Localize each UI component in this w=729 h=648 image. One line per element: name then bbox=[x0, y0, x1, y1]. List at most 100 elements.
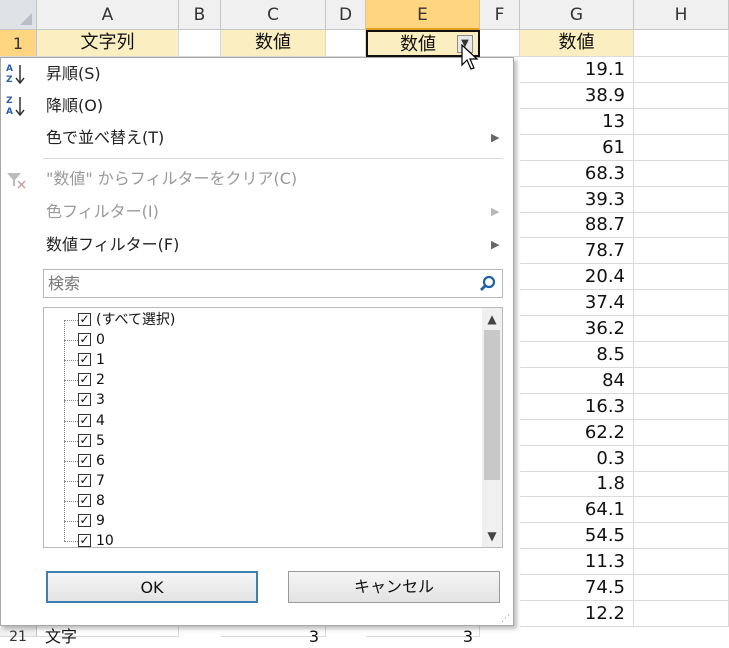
column-header-b[interactable]: B bbox=[179, 0, 221, 30]
cell-g-value[interactable]: 19.1 bbox=[520, 57, 634, 83]
filter-list-item[interactable]: ✓ 5 bbox=[44, 420, 474, 451]
cell-g-value[interactable]: 13 bbox=[520, 108, 634, 135]
cell-h1[interactable] bbox=[634, 30, 729, 57]
filter-value-list[interactable]: ✓ (すべて選択) ✓ 0 ✓ 1 ✓ 2 ✓ 3 ✓ 4 ✓ 5 ✓ 6 ✓ 7 ✓ 8 ✓ 9 ✓ 10 ▲ ▼ bbox=[43, 307, 503, 548]
row-header-last[interactable]: 21 bbox=[0, 626, 37, 645]
checkbox[interactable]: ✓ bbox=[78, 373, 91, 387]
cell-h-empty[interactable] bbox=[634, 212, 729, 239]
checkbox[interactable]: ✓ bbox=[78, 473, 91, 487]
cell-g-value[interactable]: 62.2 bbox=[520, 419, 634, 446]
cell-h-empty[interactable] bbox=[634, 57, 729, 83]
cell-h-empty[interactable] bbox=[634, 341, 729, 368]
cell-h-empty[interactable] bbox=[634, 445, 729, 472]
menu-sort-ascending[interactable]: AZ 昇順(S) bbox=[1, 58, 513, 90]
cell-g-value[interactable]: 54.5 bbox=[520, 523, 634, 550]
cell-g-value[interactable]: 12.2 bbox=[520, 600, 634, 627]
cell-g-value[interactable]: 11.3 bbox=[520, 549, 634, 576]
cell-d1[interactable] bbox=[326, 30, 366, 57]
cell-h-empty[interactable] bbox=[634, 367, 729, 394]
list-scrollbar[interactable]: ▲ ▼ bbox=[482, 308, 502, 547]
cell-a-last[interactable]: 文字 bbox=[37, 626, 179, 646]
filter-list-item[interactable]: ✓ 7 bbox=[44, 460, 474, 491]
checkbox[interactable]: ✓ bbox=[78, 433, 91, 447]
cell-h-empty[interactable] bbox=[634, 238, 729, 265]
filter-search-input[interactable]: 検索 bbox=[43, 269, 503, 298]
filter-list-item[interactable]: ✓ 8 bbox=[44, 480, 474, 511]
checkbox[interactable]: ✓ bbox=[78, 514, 91, 527]
cell-h-empty[interactable] bbox=[634, 523, 729, 550]
scroll-up-icon[interactable]: ▲ bbox=[482, 310, 502, 328]
filter-list-item[interactable]: ✓ 10 bbox=[44, 521, 474, 547]
cell-c-last[interactable]: 3 bbox=[221, 626, 326, 646]
filter-list-item[interactable]: ✓ (すべて選択) bbox=[44, 310, 474, 330]
cell-g-value[interactable]: 1.8 bbox=[520, 471, 634, 498]
cell-b1[interactable] bbox=[179, 30, 221, 57]
cell-g-value[interactable]: 64.1 bbox=[520, 497, 634, 524]
filter-list-item[interactable]: ✓ 9 bbox=[44, 501, 474, 531]
menu-number-filter[interactable]: 数値フィルター(F) ▶ bbox=[1, 229, 513, 261]
cell-g-value[interactable]: 16.3 bbox=[520, 393, 634, 420]
checkbox[interactable]: ✓ bbox=[78, 493, 91, 507]
cell-g-value[interactable]: 0.3 bbox=[520, 445, 634, 472]
checkbox[interactable]: ✓ bbox=[78, 313, 91, 326]
filter-list-item[interactable]: ✓ 6 bbox=[44, 440, 474, 471]
column-header-d[interactable]: D bbox=[326, 0, 366, 30]
filter-list-item[interactable]: ✓ 3 bbox=[44, 380, 474, 410]
cell-g-value[interactable]: 61 bbox=[520, 134, 634, 161]
cell-h-empty[interactable] bbox=[634, 600, 729, 627]
menu-sort-by-color[interactable]: 色で並べ替え(T) ▶ bbox=[1, 122, 513, 154]
column-header-a[interactable]: A bbox=[37, 0, 179, 30]
cell-h-empty[interactable] bbox=[634, 108, 729, 135]
scroll-down-icon[interactable]: ▼ bbox=[482, 527, 502, 545]
cell-g-value[interactable]: 8.5 bbox=[520, 341, 634, 368]
cell-h-empty[interactable] bbox=[634, 316, 729, 342]
filter-list-item[interactable]: ✓ 2 bbox=[44, 360, 474, 390]
cell-g-value[interactable]: 37.4 bbox=[520, 290, 634, 317]
checkbox[interactable]: ✓ bbox=[78, 353, 91, 367]
cell-h-empty[interactable] bbox=[634, 290, 729, 317]
cell-h-empty[interactable] bbox=[634, 134, 729, 161]
cell-h-empty[interactable] bbox=[634, 82, 729, 109]
column-header-h[interactable]: H bbox=[634, 0, 729, 30]
cell-g-value[interactable]: 78.7 bbox=[520, 238, 634, 265]
checkbox[interactable]: ✓ bbox=[78, 413, 91, 427]
cell-h-empty[interactable] bbox=[634, 264, 729, 291]
cell-g-value[interactable]: 39.3 bbox=[520, 186, 634, 213]
column-header-c[interactable]: C bbox=[221, 0, 326, 30]
cell-e-last[interactable]: 3 bbox=[366, 626, 480, 646]
checkbox[interactable]: ✓ bbox=[78, 333, 91, 347]
cell-h-empty[interactable] bbox=[634, 186, 729, 213]
cell-g-value[interactable]: 88.7 bbox=[520, 212, 634, 239]
cell-g-value[interactable]: 84 bbox=[520, 367, 634, 394]
cancel-button[interactable]: キャンセル bbox=[288, 571, 500, 603]
cell-h-empty[interactable] bbox=[634, 575, 729, 601]
ok-button[interactable]: OK bbox=[46, 571, 258, 603]
cell-g-value[interactable]: 20.4 bbox=[520, 264, 634, 291]
checkbox[interactable]: ✓ bbox=[78, 534, 91, 547]
filter-list-item[interactable]: ✓ 4 bbox=[44, 400, 474, 431]
filter-list-item[interactable]: ✓ 1 bbox=[44, 340, 474, 370]
checkbox[interactable]: ✓ bbox=[78, 393, 91, 407]
cell-g-value[interactable]: 38.9 bbox=[520, 82, 634, 109]
cell-h-empty[interactable] bbox=[634, 549, 729, 576]
column-header-f[interactable]: F bbox=[480, 0, 520, 30]
cell-h-empty[interactable] bbox=[634, 160, 729, 187]
column-header-g[interactable]: G bbox=[520, 0, 634, 30]
cell-g-value[interactable]: 74.5 bbox=[520, 575, 634, 601]
cell-h-empty[interactable] bbox=[634, 497, 729, 524]
column-header-e[interactable]: E bbox=[366, 0, 480, 30]
select-all-corner[interactable] bbox=[0, 0, 37, 30]
cell-h-empty[interactable] bbox=[634, 471, 729, 498]
checkbox[interactable]: ✓ bbox=[78, 453, 91, 467]
resize-grip-icon[interactable]: ⋰ bbox=[501, 615, 510, 624]
cell-h-empty[interactable] bbox=[634, 419, 729, 446]
menu-clear-filter[interactable]: "数値" からフィルターをクリア(C) bbox=[1, 163, 513, 195]
cell-g-value[interactable]: 68.3 bbox=[520, 160, 634, 187]
cell-a1[interactable]: 文字列 bbox=[37, 30, 179, 57]
cell-g1[interactable]: 数値 bbox=[520, 30, 634, 57]
menu-color-filter[interactable]: 色フィルター(I) ▶ bbox=[1, 196, 513, 228]
menu-sort-descending[interactable]: ZA 降順(O) bbox=[1, 90, 513, 122]
cell-f1[interactable] bbox=[480, 30, 520, 57]
cell-h-empty[interactable] bbox=[634, 393, 729, 420]
row-header-1[interactable]: 1 bbox=[0, 30, 37, 57]
